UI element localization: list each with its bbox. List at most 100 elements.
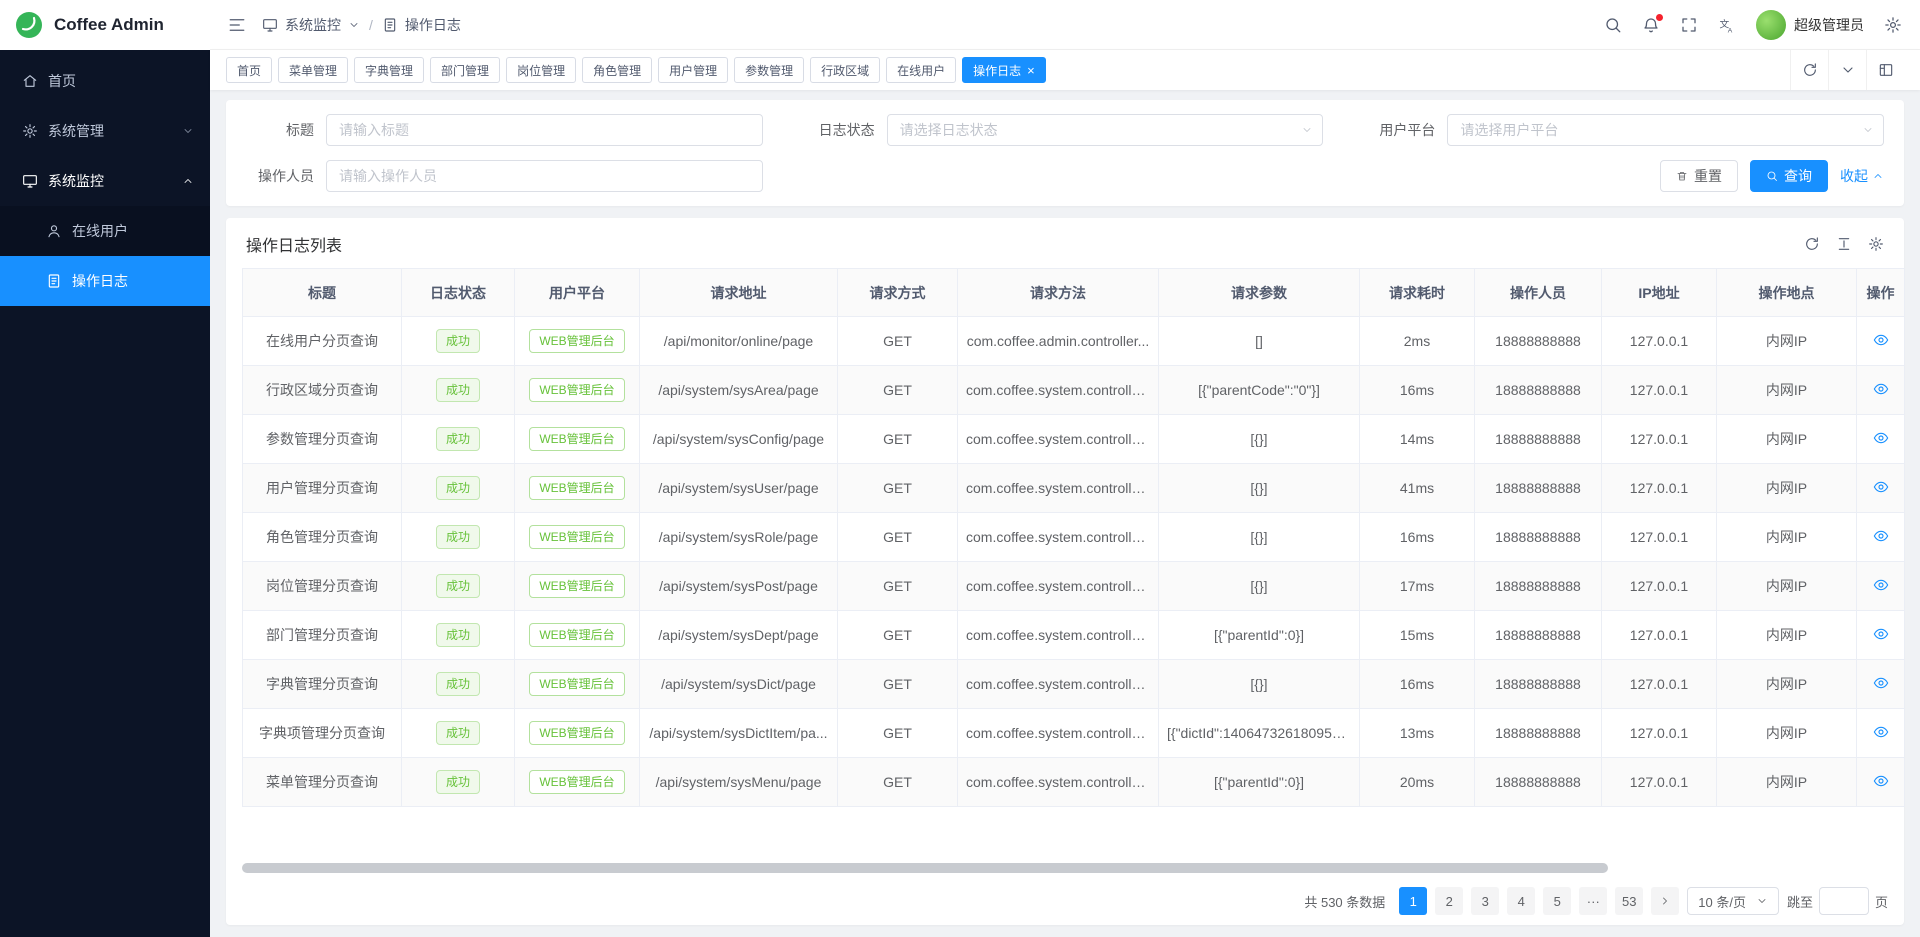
- chevron-down-icon: [1862, 124, 1874, 136]
- table-toolbar: [1804, 236, 1884, 252]
- tab-bar-actions: [1790, 50, 1904, 90]
- cell-handler: com.coffee.system.controlle...: [958, 513, 1159, 562]
- tab[interactable]: 部门管理: [430, 57, 500, 83]
- jump-label: 跳至: [1787, 892, 1813, 911]
- user-icon: [46, 223, 62, 239]
- page-button[interactable]: ···: [1579, 887, 1607, 915]
- cell-request-method: GET: [838, 513, 958, 562]
- fullscreen-icon[interactable]: [1680, 16, 1698, 34]
- chevron-down-icon[interactable]: [348, 19, 360, 31]
- page-button[interactable]: 1: [1399, 887, 1427, 915]
- avatar[interactable]: [1756, 10, 1786, 40]
- tab[interactable]: 角色管理: [582, 57, 652, 83]
- view-detail-eye-icon[interactable]: [1873, 430, 1889, 446]
- chevron-down-icon: [182, 125, 194, 137]
- tab[interactable]: 在线用户: [886, 57, 956, 83]
- table-row: 字典管理分页查询 成功 WEB管理后台 /api/system/sysDict/…: [243, 660, 1905, 709]
- reset-button[interactable]: 重置: [1660, 160, 1738, 192]
- sidebar-collapse-icon[interactable]: [228, 16, 246, 34]
- horizontal-scrollbar: [242, 863, 1888, 873]
- status-badge: 成功: [436, 525, 480, 549]
- cell-params: [{"parentId":0}]: [1159, 758, 1360, 807]
- cell-handler: com.coffee.system.controlle...: [958, 415, 1159, 464]
- refresh-tab-icon[interactable]: [1790, 50, 1828, 90]
- cell-ip: 127.0.0.1: [1602, 709, 1717, 758]
- search-icon[interactable]: [1604, 16, 1622, 34]
- platform-badge: WEB管理后台: [529, 672, 624, 696]
- tab[interactable]: 参数管理: [734, 57, 804, 83]
- cell-request-method: GET: [838, 562, 958, 611]
- page-button[interactable]: 5: [1543, 887, 1571, 915]
- jump-page-input[interactable]: [1819, 887, 1869, 915]
- page-button[interactable]: 53: [1615, 887, 1643, 915]
- collapse-filters-link[interactable]: 收起: [1840, 166, 1884, 186]
- monitor-icon: [262, 17, 278, 33]
- view-detail-eye-icon[interactable]: [1873, 773, 1889, 789]
- tab[interactable]: 用户管理: [658, 57, 728, 83]
- cell-handler: com.coffee.system.controlle...: [958, 758, 1159, 807]
- card-title: 操作日志列表: [246, 232, 342, 256]
- view-detail-eye-icon[interactable]: [1873, 332, 1889, 348]
- page-button[interactable]: 3: [1471, 887, 1499, 915]
- tab[interactable]: 操作日志 ×: [962, 57, 1046, 83]
- tab-label: 操作日志: [973, 62, 1021, 79]
- notification-bell-icon[interactable]: [1642, 16, 1660, 34]
- cell-ip: 127.0.0.1: [1602, 317, 1717, 366]
- user-platform-select[interactable]: [1447, 114, 1884, 146]
- page-size-select[interactable]: 10 条/页: [1687, 887, 1779, 915]
- view-detail-eye-icon[interactable]: [1873, 381, 1889, 397]
- tab[interactable]: 岗位管理: [506, 57, 576, 83]
- tab[interactable]: 行政区域: [810, 57, 880, 83]
- view-detail-eye-icon[interactable]: [1873, 626, 1889, 642]
- title-input[interactable]: [326, 114, 763, 146]
- tab[interactable]: 字典管理: [354, 57, 424, 83]
- table-header-row: 标题 日志状态 用户平台 请求地址 请求方式 请求: [243, 269, 1905, 317]
- layout-icon[interactable]: [1866, 50, 1904, 90]
- log-status-select[interactable]: [887, 114, 1324, 146]
- cell-request-method: GET: [838, 464, 958, 513]
- translate-icon[interactable]: [1718, 16, 1736, 34]
- query-button[interactable]: 查询: [1750, 160, 1828, 192]
- view-detail-eye-icon[interactable]: [1873, 479, 1889, 495]
- column-settings-icon[interactable]: [1868, 236, 1884, 252]
- sidebar-menu: 首页 系统管理 系统监控 在线用户 操作日志: [0, 50, 210, 306]
- settings-gear-icon[interactable]: [1884, 16, 1902, 34]
- sidebar-item-system-mgmt[interactable]: 系统管理: [0, 106, 210, 156]
- cell-handler: com.coffee.system.controlle...: [958, 660, 1159, 709]
- cell-request-url: /api/system/sysArea/page: [640, 366, 838, 415]
- view-detail-eye-icon[interactable]: [1873, 577, 1889, 593]
- tab[interactable]: 菜单管理: [278, 57, 348, 83]
- row-height-icon[interactable]: [1836, 236, 1852, 252]
- page-button[interactable]: 4: [1507, 887, 1535, 915]
- tab-close-icon[interactable]: ×: [1027, 64, 1035, 77]
- tab-options-chevron-icon[interactable]: [1828, 50, 1866, 90]
- filter-actions: 重置 查询 收起: [807, 160, 1884, 192]
- cell-params: [{}]: [1159, 415, 1360, 464]
- chevron-right-icon: [1659, 895, 1671, 907]
- view-detail-eye-icon[interactable]: [1873, 724, 1889, 740]
- cell-params: []: [1159, 317, 1360, 366]
- next-page-button[interactable]: [1651, 887, 1679, 915]
- platform-badge: WEB管理后台: [529, 427, 624, 451]
- refresh-icon[interactable]: [1804, 236, 1820, 252]
- chevron-up-icon: [1872, 170, 1884, 182]
- view-detail-eye-icon[interactable]: [1873, 528, 1889, 544]
- scrollbar-thumb[interactable]: [242, 863, 1608, 873]
- cell-duration: 14ms: [1360, 415, 1475, 464]
- cell-request-url: /api/system/sysDept/page: [640, 611, 838, 660]
- column-header: 请求方法: [958, 269, 1159, 317]
- cell-operator: 18888888888: [1475, 758, 1602, 807]
- operator-input[interactable]: [326, 160, 763, 192]
- sidebar-item-system-monitor[interactable]: 系统监控: [0, 156, 210, 206]
- user-menu[interactable]: 超级管理员: [1756, 10, 1864, 40]
- view-detail-eye-icon[interactable]: [1873, 675, 1889, 691]
- sidebar-item-home[interactable]: 首页: [0, 56, 210, 106]
- breadcrumb-section[interactable]: 系统监控: [285, 15, 341, 35]
- page-button[interactable]: 2: [1435, 887, 1463, 915]
- operator-field: 操作人员: [246, 160, 763, 192]
- logo-icon: [14, 10, 44, 40]
- sidebar-item-online-users[interactable]: 在线用户: [0, 206, 210, 256]
- sidebar-item-operation-log[interactable]: 操作日志: [0, 256, 210, 306]
- cell-params: [{}]: [1159, 660, 1360, 709]
- tab[interactable]: 首页: [226, 57, 272, 83]
